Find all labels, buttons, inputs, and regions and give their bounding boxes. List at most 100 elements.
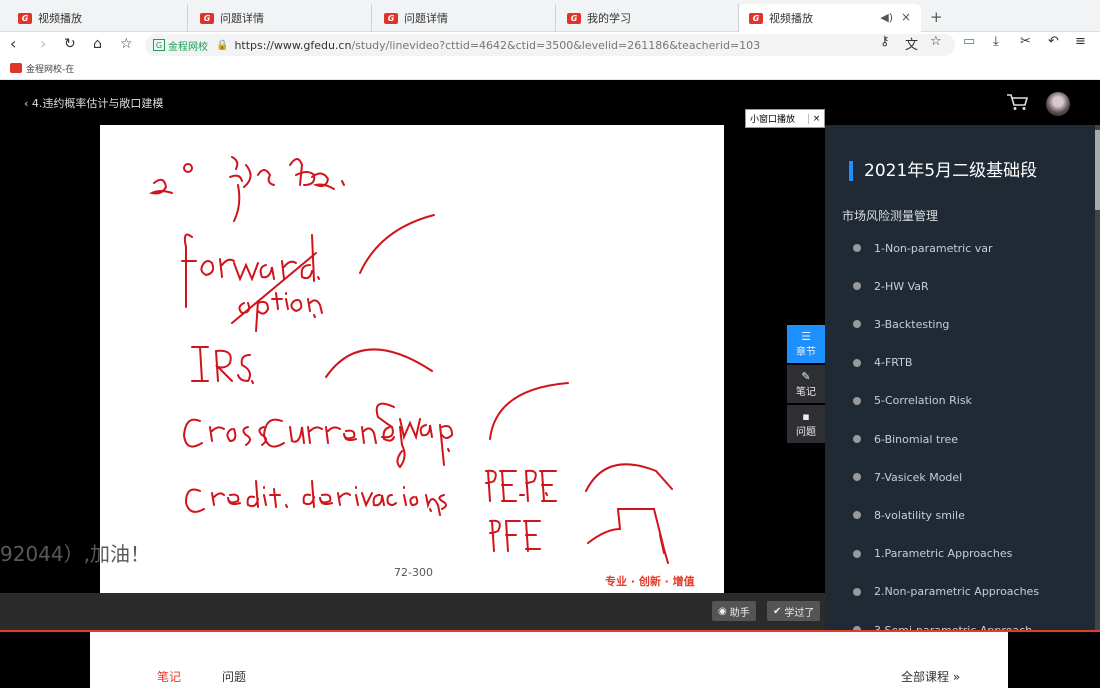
lesson-label: 7-Vasicek Model (874, 470, 963, 484)
side-tab-column: ☰ 章节 ✎ 笔记 ▪ 问题 (787, 325, 825, 445)
tab-questions[interactable]: ▪ 问题 (787, 405, 825, 443)
bookmarks-bar: 金程网校-在 (0, 57, 1100, 80)
slide-brand-slogan: 专业 · 创新 · 增值 (605, 575, 695, 588)
question-icon: ▪ (802, 410, 810, 423)
undo-icon[interactable]: ↶ (1048, 34, 1059, 49)
lecture-slide: 72-300 专业 · 创新 · 增值 (100, 125, 724, 593)
browser-tab[interactable]: G 视频播放 (8, 4, 188, 32)
gfedu-favicon-icon: G (384, 12, 398, 24)
lesson-label: 4-FRTB (874, 356, 913, 370)
check-icon: ✔ (773, 605, 782, 617)
lesson-item[interactable]: 2-HW VaR (853, 277, 929, 295)
back-arrow-icon[interactable]: ‹ (10, 35, 16, 53)
menu-icon: ☰ (801, 330, 811, 343)
new-tab-icon[interactable]: + (930, 8, 943, 26)
lock-icon: 🔒 (216, 39, 229, 51)
lesson-item[interactable]: 3.Semi-parametric Approach (853, 621, 1032, 630)
site-logo-icon: G (153, 39, 165, 51)
pencil-icon: ✎ (801, 370, 811, 383)
lesson-item[interactable]: 8-volatility smile (853, 506, 965, 524)
bullet-dot-icon (853, 358, 861, 367)
gfedu-favicon-icon: G (18, 12, 32, 24)
bookmark-item[interactable]: 金程网校-在 (26, 62, 74, 75)
tab-title: 我的学习 (587, 12, 631, 25)
mini-window-label[interactable]: 小窗口播放 (746, 112, 808, 125)
lesson-label: 2-HW VaR (874, 279, 929, 293)
tab-title: 视频播放 (769, 12, 813, 25)
chapter-sidebar: 2021年5月二级基础段 市场风险测量管理 1-Non-parametric v… (825, 125, 1095, 630)
bullet-dot-icon (853, 549, 861, 558)
cart-icon[interactable] (1006, 93, 1028, 111)
mini-window-button[interactable]: 小窗口播放 × (745, 109, 825, 128)
tab-chapters[interactable]: ☰ 章节 (787, 325, 825, 363)
tab-notes-content[interactable]: 笔记 (157, 668, 181, 685)
scissors-icon[interactable]: ✂ (1020, 34, 1031, 49)
slide-page-number: 72-300 (394, 566, 433, 579)
gfedu-favicon-icon: G (567, 12, 581, 24)
bullet-dot-icon (853, 435, 861, 443)
browser-tab[interactable]: G 问题详情 (190, 4, 372, 32)
gfedu-favicon-icon (10, 63, 22, 73)
menu-icon[interactable]: ≡ (1075, 34, 1086, 49)
lesson-item[interactable]: 1-Non-parametric var (853, 239, 993, 257)
forward-arrow-icon[interactable]: › (40, 35, 46, 53)
all-courses-link[interactable]: 全部课程 » (901, 668, 960, 685)
bullet-dot-icon (853, 511, 861, 520)
url-input[interactable]: G 金程网校 🔒 https://www.gfedu.cn/study/line… (145, 34, 955, 56)
browser-tab-active[interactable]: G 视频播放 ◀) × (739, 4, 921, 32)
section-title: 市场风险测量管理 (842, 209, 939, 223)
chat-icon: ◉ (718, 605, 727, 617)
lesson-item[interactable]: 2.Non-parametric Approaches (853, 583, 1039, 601)
browser-tab[interactable]: G 问题详情 (374, 4, 556, 32)
player-controls: ◉ 助手 ✔ 学过了 (0, 593, 825, 630)
lesson-item[interactable]: 6-Binomial tree (853, 430, 958, 448)
bullet-dot-icon (853, 473, 861, 482)
download-icon[interactable]: ⤓ (993, 34, 999, 49)
browser-tab-strip: G 视频播放 G 问题详情 G 问题详情 G 我的学习 G 视频播放 ◀) × … (0, 0, 1100, 32)
assistant-button[interactable]: ◉ 助手 (712, 601, 756, 621)
lesson-item[interactable]: 5-Correlation Risk (853, 392, 972, 410)
lesson-label: 1-Non-parametric var (874, 241, 993, 255)
browser-tab[interactable]: G 我的学习 (557, 4, 739, 32)
tab-title: 视频播放 (38, 12, 82, 25)
lesson-label: 6-Binomial tree (874, 432, 959, 446)
close-icon[interactable]: × (808, 113, 824, 124)
back-to-course-link[interactable]: ‹ 4.违约概率估计与敞口建模 (24, 95, 163, 111)
lesson-item[interactable]: 3-Backtesting (853, 315, 949, 333)
bullet-dot-icon (853, 244, 861, 252)
bullet-dot-icon (853, 396, 861, 405)
player-topbar: ‹ 4.违约概率估计与敞口建模 (0, 80, 1100, 125)
home-icon[interactable]: ⌂ (93, 35, 102, 53)
key-icon[interactable]: ⚷ (880, 34, 890, 49)
lesson-item[interactable]: 1.Parametric Approaches (853, 545, 1012, 563)
lesson-label: 2.Non-parametric Approaches (874, 585, 1040, 599)
star-icon[interactable]: ☆ (120, 35, 133, 53)
tab-notes[interactable]: ✎ 笔记 (787, 365, 825, 403)
url-text: https://www.gfedu.cn/study/linevideo?ctt… (234, 38, 761, 52)
course-title: 2021年5月二级基础段 (849, 161, 1037, 181)
translate-icon[interactable]: 文 (905, 34, 918, 53)
bullet-dot-icon (853, 320, 861, 329)
lesson-label: 3-Backtesting (874, 317, 950, 331)
battery-icon: ▭ (963, 34, 976, 49)
reload-icon[interactable]: ↻ (64, 35, 76, 53)
lesson-item[interactable]: 7-Vasicek Model (853, 468, 962, 486)
close-tab-icon[interactable]: × (901, 10, 911, 24)
lesson-label: 8-volatility smile (874, 508, 965, 522)
video-area[interactable]: 72-300 专业 · 创新 · 增值 92044）,加油！ (0, 125, 825, 593)
scrollbar-thumb[interactable] (1095, 130, 1100, 210)
site-badge: G 金程网校 (153, 38, 208, 53)
sidebar-scrollbar[interactable] (1095, 125, 1100, 630)
avatar[interactable] (1046, 92, 1070, 116)
bullet-dot-icon (853, 587, 861, 596)
video-watermark: 92044）,加油！ (0, 542, 150, 566)
tab-title: 问题详情 (220, 12, 264, 25)
double-chevron-right-icon: » (952, 670, 961, 684)
learned-button[interactable]: ✔ 学过了 (767, 601, 821, 621)
bookmark-star-icon[interactable]: ☆ (930, 34, 942, 49)
bullet-dot-icon (853, 282, 861, 291)
lesson-item[interactable]: 4-FRTB (853, 354, 912, 372)
tab-questions-content[interactable]: 问题 (222, 668, 246, 685)
speaker-icon[interactable]: ◀) (880, 11, 893, 24)
tab-title: 问题详情 (404, 12, 448, 25)
